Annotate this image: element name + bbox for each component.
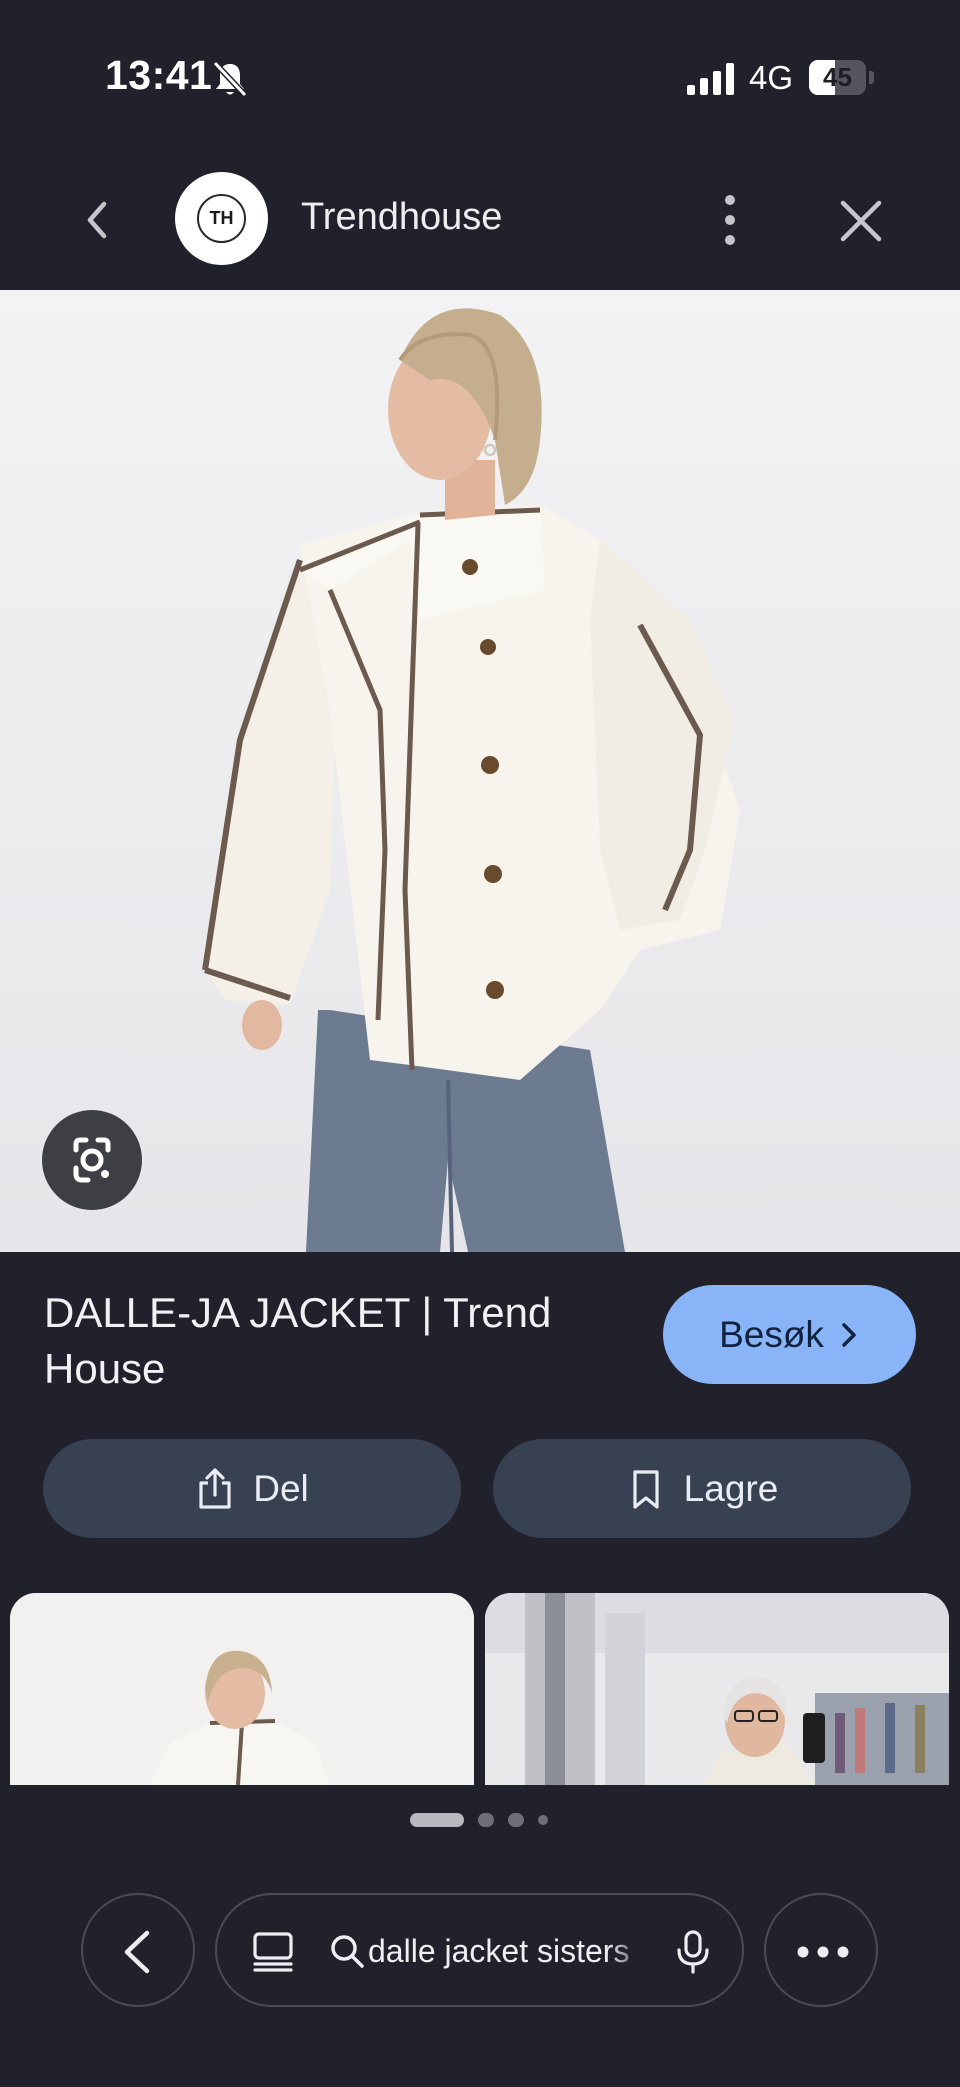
battery-level: 45 <box>823 62 852 92</box>
google-lens-icon <box>73 1137 111 1183</box>
more-vertical-icon[interactable] <box>710 190 750 250</box>
related-photo-1 <box>10 1593 474 1785</box>
product-image[interactable] <box>0 290 960 1252</box>
pagination-dot <box>538 1815 548 1825</box>
google-lens-button[interactable] <box>42 1110 142 1210</box>
save-label: Lagre <box>683 1467 779 1509</box>
share-label: Del <box>253 1467 309 1509</box>
search-query[interactable]: dalle jacket sisters <box>368 1933 648 1973</box>
site-logo-text: TH <box>197 194 246 243</box>
chevron-right-icon <box>842 1322 856 1347</box>
site-name[interactable]: Trendhouse <box>301 196 502 239</box>
chevron-left-icon[interactable] <box>70 192 126 248</box>
site-logo[interactable]: TH <box>175 172 268 265</box>
search-bar[interactable]: dalle jacket sisters <box>215 1893 744 2007</box>
battery-icon: 45 <box>809 60 874 95</box>
image-pagination <box>410 1813 560 1827</box>
jacket-photo <box>202 308 740 1252</box>
visit-button[interactable]: Besøk <box>663 1285 916 1384</box>
related-photo-2 <box>485 1593 949 1785</box>
mic-icon[interactable] <box>675 1930 711 1974</box>
pagination-dot <box>478 1813 494 1827</box>
share-button[interactable]: Del <box>43 1439 461 1538</box>
bookmark-icon <box>633 1469 659 1509</box>
related-image-2[interactable] <box>485 1593 949 1785</box>
back-icon <box>124 1930 150 1974</box>
close-icon[interactable] <box>835 195 887 247</box>
browser-back-button[interactable] <box>81 1893 195 2007</box>
pagination-dot <box>410 1813 464 1827</box>
related-image-1[interactable] <box>10 1593 474 1785</box>
status-time: 13:41 <box>105 52 213 98</box>
bell-slash-icon <box>212 60 248 98</box>
visit-label: Besøk <box>719 1313 824 1355</box>
pagination-dot <box>508 1813 524 1827</box>
search-icon <box>331 1935 364 1968</box>
network-label: 4G <box>749 59 794 96</box>
save-button[interactable]: Lagre <box>493 1439 911 1538</box>
result-title[interactable]: DALLE-JA JACKET | Trend House <box>44 1285 624 1397</box>
signal-icon <box>687 63 734 95</box>
more-horizontal-icon <box>797 1946 849 1958</box>
status-bar: 13:41 4G 45 <box>0 0 960 150</box>
viewer-header: TH Trendhouse <box>0 150 960 290</box>
browser-more-button[interactable] <box>764 1893 878 2007</box>
tabs-icon[interactable] <box>252 1930 294 1972</box>
share-icon <box>199 1467 231 1509</box>
